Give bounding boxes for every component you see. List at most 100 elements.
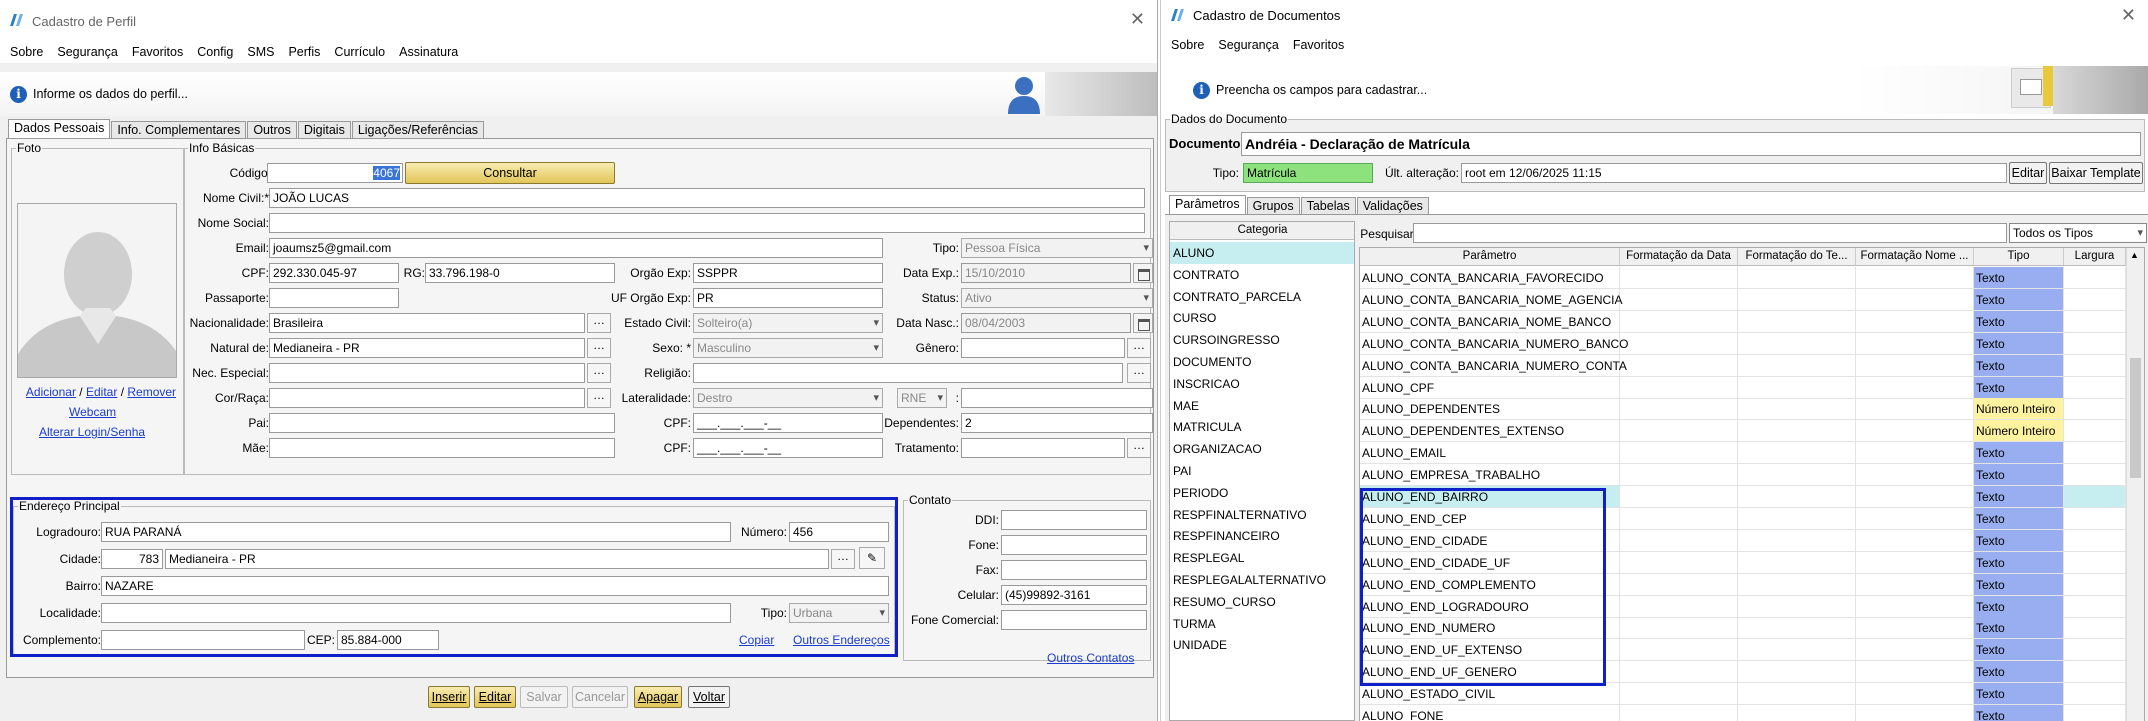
salvar-button[interactable]: Salvar [520, 686, 568, 708]
tratamento-field[interactable] [961, 438, 1125, 458]
table-row[interactable]: ALUNO_DEPENDENTES Número Inteiro [1360, 398, 2126, 421]
menu-sobre[interactable]: Sobre [1171, 38, 1204, 52]
tipo-select[interactable]: Pessoa Física [961, 238, 1153, 258]
calendar-icon[interactable] [1133, 263, 1153, 283]
scroll-thumb[interactable] [2130, 358, 2141, 478]
categoria-item[interactable]: UNIDADE [1170, 634, 1354, 656]
table-row[interactable]: ALUNO_CONTA_BANCARIA_NUMERO_BANCO Texto [1360, 332, 2126, 355]
apagar-button[interactable]: Apagar [634, 686, 682, 708]
categoria-item[interactable]: PAI [1170, 460, 1354, 482]
tipo-filter-select[interactable]: Todos os Tipos [2009, 223, 2147, 243]
menu-seguranca[interactable]: Segurança [1218, 38, 1278, 52]
dataexp-field[interactable]: 15/10/2010 [961, 263, 1131, 283]
menu-sms[interactable]: SMS [247, 45, 274, 59]
tab-grupos[interactable]: Grupos [1246, 197, 1300, 214]
table-row[interactable]: ALUNO_END_CEP Texto [1360, 507, 2126, 530]
rne-select[interactable]: RNE [897, 388, 947, 408]
estado-civil-select[interactable]: Solteiro(a) [693, 313, 883, 333]
table-row[interactable]: ALUNO_CONTA_BANCARIA_FAVORECIDO Texto [1360, 267, 2126, 289]
categoria-item[interactable]: CONTRATO [1170, 264, 1354, 286]
passaporte-field[interactable] [269, 288, 399, 308]
categoria-item[interactable]: RESPFINALTERNATIVO [1170, 504, 1354, 526]
ddi-field[interactable] [1001, 510, 1147, 530]
tab-digitais[interactable]: Digitais [297, 121, 351, 138]
webcam-link[interactable]: Webcam [69, 405, 116, 419]
categoria-item[interactable]: CONTRATO_PARCELA [1170, 286, 1354, 308]
menu-curriculo[interactable]: Currículo [334, 45, 385, 59]
categoria-item[interactable]: RESPFINANCEIRO [1170, 525, 1354, 547]
table-row[interactable]: ALUNO_EMAIL Texto [1360, 442, 2126, 465]
calendar-icon[interactable] [1133, 313, 1153, 333]
inserir-button[interactable]: Inserir [428, 686, 470, 708]
categoria-item[interactable]: ALUNO [1170, 242, 1354, 264]
copiar-link[interactable]: Copiar [739, 633, 774, 647]
pesquisar-input[interactable] [1413, 223, 2007, 243]
documento-field[interactable]: Andréia - Declaração de Matrícula [1241, 132, 2141, 156]
tab-validacoes[interactable]: Validações [1356, 197, 1429, 214]
categoria-item[interactable]: MATRICULA [1170, 416, 1354, 438]
categoria-item[interactable]: CURSOINGRESSO [1170, 329, 1354, 351]
cidade-field[interactable]: Medianeira - PR [165, 549, 829, 569]
alterar-login-link[interactable]: Alterar Login/Senha [39, 425, 145, 439]
tratamento-lookup-button[interactable]: … [1127, 438, 1151, 458]
tab-info-complementares[interactable]: Info. Complementares [111, 121, 247, 138]
adicionar-link[interactable]: Adicionar [26, 385, 76, 399]
numero-field[interactable]: 456 [789, 522, 889, 542]
nec-especial-lookup-button[interactable]: … [587, 363, 611, 383]
cep-field[interactable]: 85.884-000 [337, 630, 439, 650]
complemento-field[interactable] [101, 630, 305, 650]
menu-favoritos[interactable]: Favoritos [132, 45, 183, 59]
outros-contatos-link[interactable]: Outros Contatos [1047, 651, 1134, 665]
table-row[interactable]: ALUNO_END_CIDADE Texto [1360, 529, 2126, 552]
editar-link[interactable]: Editar [86, 385, 117, 399]
categoria-item[interactable]: RESPLEGAL [1170, 547, 1354, 569]
table-row[interactable]: ALUNO_END_LOGRADOURO Texto [1360, 595, 2126, 618]
natural-lookup-button[interactable]: … [587, 338, 611, 358]
edit-pencil-icon[interactable]: ✎ [859, 547, 885, 569]
cancelar-button[interactable]: Cancelar [572, 686, 628, 708]
categoria-header[interactable]: Categoria [1170, 222, 1354, 240]
rne-field[interactable] [961, 388, 1153, 408]
table-row[interactable]: ALUNO_END_UF_GENERO Texto [1360, 661, 2126, 684]
table-row[interactable]: ALUNO_END_COMPLEMENTO Texto [1360, 573, 2126, 596]
tipo-documento-field[interactable]: Matrícula [1243, 163, 1373, 183]
status-select[interactable]: Ativo [961, 288, 1153, 308]
categoria-item[interactable]: TURMA [1170, 613, 1354, 635]
nec-especial-field[interactable] [269, 363, 585, 383]
nacionalidade-field[interactable]: Brasileira [269, 313, 585, 333]
cor-raca-lookup-button[interactable]: … [587, 388, 611, 408]
col-tipo[interactable]: Tipo [1974, 248, 2064, 266]
tab-dados-pessoais[interactable]: Dados Pessoais [8, 119, 111, 138]
codigo-field[interactable]: 4067 [267, 163, 403, 183]
categoria-item[interactable]: INSCRICAO [1170, 373, 1354, 395]
tipo-endereco-select[interactable]: Urbana [789, 603, 889, 623]
cidade-lookup-button[interactable]: … [831, 549, 855, 569]
col-formatacao-data[interactable]: Formatação da Data [1620, 248, 1738, 266]
nacionalidade-lookup-button[interactable]: … [587, 313, 611, 333]
table-row[interactable]: ALUNO_CONTA_BANCARIA_NUMERO_CONTA Texto [1360, 354, 2126, 377]
cpf-pai-field[interactable]: ___.___.___-__ [693, 413, 883, 433]
cpf-field[interactable]: 292.330.045-97 [269, 263, 399, 283]
categoria-item[interactable]: RESPLEGALALTERNATIVO [1170, 569, 1354, 591]
outros-enderecos-link[interactable]: Outros Endereços [793, 633, 890, 647]
tab-parametros[interactable]: Parâmetros [1169, 195, 1246, 214]
nome-social-field[interactable] [269, 213, 1145, 233]
col-parametro[interactable]: Parâmetro [1360, 248, 1620, 266]
email-field[interactable]: joaumsz5@gmail.com [269, 238, 883, 258]
table-row[interactable]: ALUNO_END_BAIRRO Texto [1360, 486, 2126, 508]
lateralidade-select[interactable]: Destro [693, 388, 883, 408]
fone-field[interactable] [1001, 535, 1147, 555]
voltar-button[interactable]: Voltar [688, 686, 730, 708]
tab-ligacoes[interactable]: Ligações/Referências [351, 121, 485, 138]
col-formatacao-nome[interactable]: Formatação Nome ... [1856, 248, 1974, 266]
cpf-mae-field[interactable]: ___.___.___-__ [693, 438, 883, 458]
rg-field[interactable]: 33.796.198-0 [425, 263, 615, 283]
col-formatacao-texto[interactable]: Formatação do Te... [1738, 248, 1856, 266]
categoria-item[interactable]: PERIODO [1170, 482, 1354, 504]
religiao-field[interactable] [693, 363, 1123, 383]
categoria-item[interactable]: ORGANIZACAO [1170, 438, 1354, 460]
menu-seguranca[interactable]: Segurança [57, 45, 117, 59]
table-row[interactable]: ALUNO_CONTA_BANCARIA_NOME_AGENCIA Texto [1360, 288, 2126, 311]
close-icon[interactable]: ✕ [2121, 6, 2136, 24]
genero-lookup-button[interactable]: … [1127, 338, 1151, 358]
